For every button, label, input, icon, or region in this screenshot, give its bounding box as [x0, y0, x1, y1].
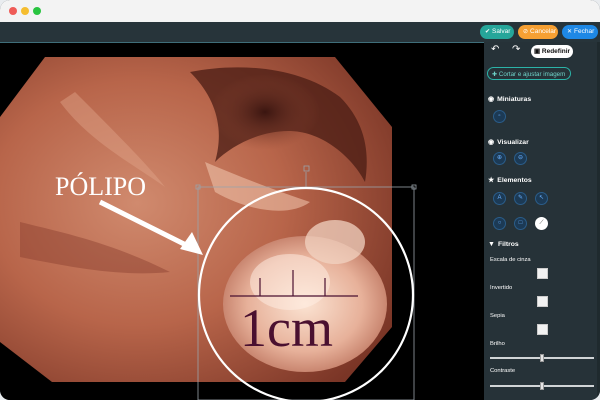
- close-button[interactable]: ✕ Fechar: [562, 25, 598, 39]
- top-toolbar: ✔ Salvar ⊘ Cancelar ✕ Fechar: [0, 22, 600, 42]
- thumbnail-button[interactable]: ▫: [493, 110, 506, 123]
- reset-icon: ▣: [533, 48, 542, 55]
- thumbnails-heading: Miniaturas: [497, 96, 532, 103]
- contrast-slider-thumb[interactable]: [540, 382, 544, 390]
- zoom-in-button[interactable]: ⊕: [493, 152, 506, 165]
- brightness-slider[interactable]: [490, 354, 594, 362]
- side-panel: ↶ ↷ ▣ Redefinir ✚ Cortar e ajustar image…: [484, 42, 600, 400]
- crop-label: Cortar e ajustar imagem: [498, 71, 566, 78]
- text-tool-button[interactable]: A: [493, 192, 506, 205]
- zoom-out-icon: ⊖: [517, 155, 524, 161]
- square-tool-button[interactable]: □: [514, 217, 527, 230]
- cancel-button[interactable]: ⊘ Cancelar: [518, 25, 558, 39]
- square-icon: □: [518, 220, 523, 226]
- crop-adjust-button[interactable]: ✚ Cortar e ajustar imagem: [487, 67, 571, 80]
- cancel-label: Cancelar: [530, 28, 557, 35]
- sepia-label: Sepia: [490, 313, 505, 319]
- maximize-window-dot[interactable]: [33, 7, 41, 15]
- section-thumbnails: ◉ Miniaturas: [488, 95, 531, 103]
- reset-label: Redefinir: [541, 48, 571, 55]
- eye-icon: ◉: [488, 139, 495, 146]
- zoom-out-button[interactable]: ⊖: [514, 152, 527, 165]
- contrast-label: Contraste: [490, 368, 516, 374]
- close-icon: ✕: [567, 29, 573, 35]
- section-filters: ▼ Filtros: [488, 241, 519, 248]
- pen-icon: ✎: [517, 195, 524, 201]
- image-icon: ▫: [498, 113, 501, 119]
- brightness-slider-thumb[interactable]: [540, 354, 544, 362]
- grayscale-checkbox[interactable]: [537, 268, 548, 279]
- save-icon: ✔: [485, 29, 491, 35]
- pen-tool-button[interactable]: ✎: [514, 192, 527, 205]
- grayscale-label: Escala de cinza: [490, 257, 531, 263]
- inverted-checkbox[interactable]: [537, 296, 548, 307]
- contrast-slider[interactable]: [490, 382, 594, 390]
- undo-icon[interactable]: ↶: [491, 44, 499, 55]
- editor-window: ✔ Salvar ⊘ Cancelar ✕ Fechar PÓLIPO 1cm …: [0, 0, 600, 400]
- sepia-checkbox[interactable]: [537, 324, 548, 335]
- filters-heading: Filtros: [497, 241, 519, 248]
- pointer-icon: ↖: [538, 195, 545, 201]
- close-label: Fechar: [574, 28, 595, 35]
- view-heading: Visualizar: [497, 139, 529, 146]
- close-window-dot[interactable]: [9, 7, 17, 15]
- pointer-tool-button[interactable]: ↖: [535, 192, 548, 205]
- circle-icon: ○: [497, 220, 502, 226]
- scale-label: 1cm: [240, 298, 333, 358]
- text-icon: A: [497, 195, 502, 201]
- cancel-icon: ⊘: [523, 29, 529, 35]
- section-view: ◉ Visualizar: [488, 138, 529, 146]
- star-icon: ★: [488, 177, 495, 184]
- zoom-in-icon: ⊕: [496, 155, 503, 161]
- ruler-icon: ⟋: [539, 220, 544, 226]
- image-canvas[interactable]: PÓLIPO 1cm: [0, 42, 484, 400]
- eye-icon: ◉: [488, 96, 495, 103]
- circle-tool-button[interactable]: ○: [493, 217, 506, 230]
- minimize-window-dot[interactable]: [21, 7, 29, 15]
- inverted-label: Invertido: [490, 285, 513, 291]
- elements-heading: Elementos: [497, 177, 532, 184]
- filter-icon: ▼: [488, 241, 495, 248]
- save-label: Salvar: [492, 28, 511, 35]
- brightness-label: Brilho: [490, 341, 505, 347]
- redo-icon[interactable]: ↷: [512, 44, 520, 55]
- save-button[interactable]: ✔ Salvar: [480, 25, 514, 39]
- title-bar: [0, 0, 600, 22]
- section-elements: ★ Elementos: [488, 176, 532, 184]
- ruler-tool-button[interactable]: ⟋: [535, 217, 548, 230]
- polyp-annotation-label: PÓLIPO: [55, 172, 147, 201]
- plus-icon: ✚: [492, 71, 499, 78]
- reset-button[interactable]: ▣ Redefinir: [531, 45, 573, 58]
